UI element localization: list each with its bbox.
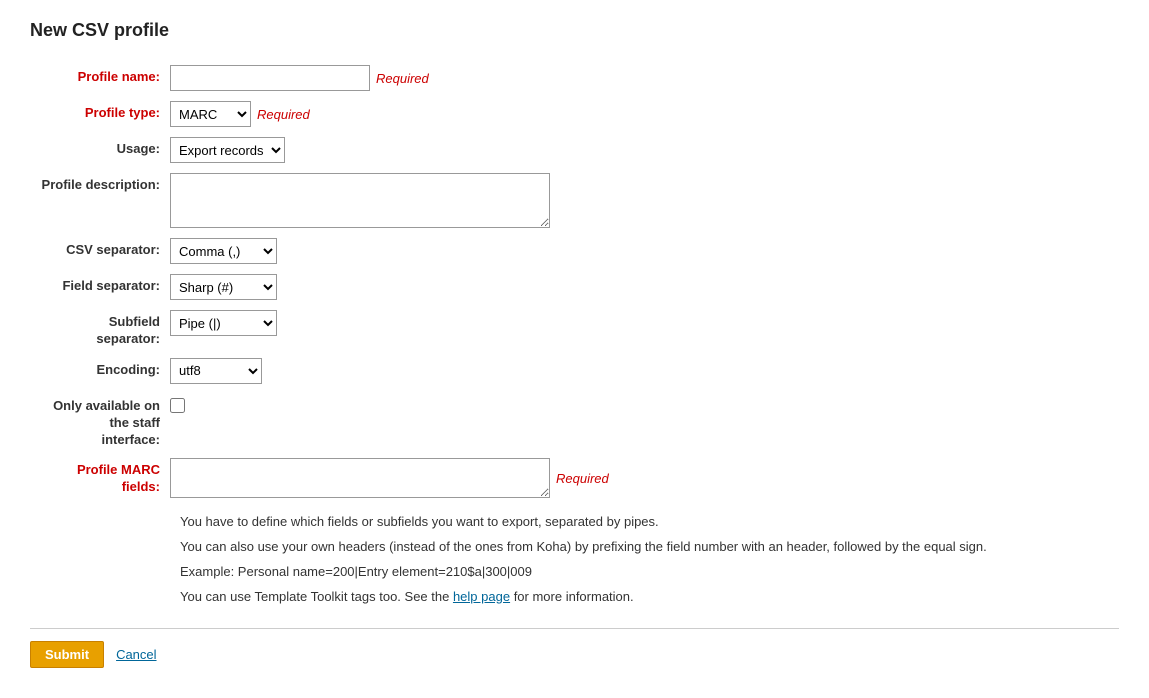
profile-type-row: Profile type: MARC Holdings Required: [30, 101, 1119, 127]
field-separator-label: Field separator:: [30, 274, 170, 293]
info-line-2: You can also use your own headers (inste…: [180, 537, 1119, 558]
staff-interface-row: Only available onthe staffinterface:: [30, 394, 1119, 449]
cancel-button[interactable]: Cancel: [116, 642, 156, 667]
encoding-row: Encoding: utf8 utf16 iso-8859-1: [30, 358, 1119, 384]
profile-type-field: MARC Holdings Required: [170, 101, 310, 127]
info-line-4-post: for more information.: [510, 589, 634, 604]
profile-type-required: Required: [257, 107, 310, 122]
usage-label: Usage:: [30, 137, 170, 156]
subfield-separator-select[interactable]: Pipe (|) Sharp (#) Comma (,) Semicolon (…: [170, 310, 277, 336]
field-separator-select[interactable]: Sharp (#) Pipe (|) Comma (,) Semicolon (…: [170, 274, 277, 300]
info-line-1: You have to define which fields or subfi…: [180, 512, 1119, 533]
csv-separator-row: CSV separator: Comma (,) Semicolon (;) T…: [30, 238, 1119, 264]
staff-interface-field: [170, 394, 185, 413]
csv-profile-form: Profile name: Required Profile type: MAR…: [30, 65, 1119, 668]
profile-description-field: [170, 173, 550, 228]
encoding-field: utf8 utf16 iso-8859-1: [170, 358, 262, 384]
profile-description-row: Profile description:: [30, 173, 1119, 228]
csv-separator-field: Comma (,) Semicolon (;) Tab Pipe (|): [170, 238, 277, 264]
profile-name-label: Profile name:: [30, 65, 170, 84]
staff-interface-label: Only available onthe staffinterface:: [30, 394, 170, 449]
csv-separator-select[interactable]: Comma (,) Semicolon (;) Tab Pipe (|): [170, 238, 277, 264]
subfield-separator-row: Subfieldseparator: Pipe (|) Sharp (#) Co…: [30, 310, 1119, 348]
marc-fields-label: Profile MARCfields:: [30, 458, 170, 496]
submit-button[interactable]: Submit: [30, 641, 104, 668]
info-line-4-pre: You can use Template Toolkit tags too. S…: [180, 589, 453, 604]
profile-name-input[interactable]: [170, 65, 370, 91]
marc-fields-row: Profile MARCfields: Required: [30, 458, 1119, 498]
field-separator-row: Field separator: Sharp (#) Pipe (|) Comm…: [30, 274, 1119, 300]
usage-select[interactable]: Export records Import records: [170, 137, 285, 163]
marc-fields-required: Required: [556, 471, 609, 486]
profile-name-required: Required: [376, 71, 429, 86]
info-section: You have to define which fields or subfi…: [180, 512, 1119, 607]
profile-type-label: Profile type:: [30, 101, 170, 120]
encoding-select[interactable]: utf8 utf16 iso-8859-1: [170, 358, 262, 384]
encoding-label: Encoding:: [30, 358, 170, 377]
subfield-separator-label: Subfieldseparator:: [30, 310, 170, 348]
staff-interface-checkbox[interactable]: [170, 398, 185, 413]
profile-name-field: Required: [170, 65, 429, 91]
page-title: New CSV profile: [30, 20, 1119, 41]
info-line-3: Example: Personal name=200|Entry element…: [180, 562, 1119, 583]
field-separator-field: Sharp (#) Pipe (|) Comma (,) Semicolon (…: [170, 274, 277, 300]
marc-fields-field: Required: [170, 458, 609, 498]
profile-type-select[interactable]: MARC Holdings: [170, 101, 251, 127]
marc-fields-textarea[interactable]: [170, 458, 550, 498]
profile-description-textarea[interactable]: [170, 173, 550, 228]
button-row: Submit Cancel: [30, 628, 1119, 668]
usage-field: Export records Import records: [170, 137, 285, 163]
help-page-link[interactable]: help page: [453, 589, 510, 604]
subfield-separator-field: Pipe (|) Sharp (#) Comma (,) Semicolon (…: [170, 310, 277, 336]
info-line-4: You can use Template Toolkit tags too. S…: [180, 587, 1119, 608]
csv-separator-label: CSV separator:: [30, 238, 170, 257]
profile-description-label: Profile description:: [30, 173, 170, 194]
usage-row: Usage: Export records Import records: [30, 137, 1119, 163]
profile-name-row: Profile name: Required: [30, 65, 1119, 91]
